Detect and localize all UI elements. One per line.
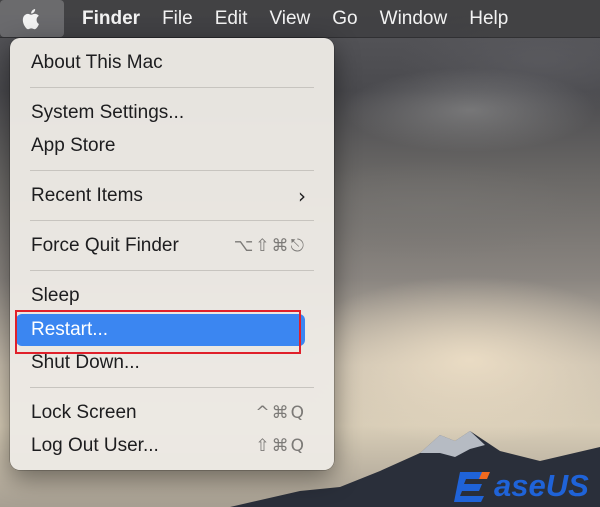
menu-item-force-quit[interactable]: Force Quit Finder ⌥⇧⌘⎋ xyxy=(16,230,316,262)
keyboard-shortcut: ⌥⇧⌘⎋ xyxy=(233,236,306,256)
logo-mark-icon xyxy=(454,472,490,502)
menu-file[interactable]: File xyxy=(162,8,193,30)
chevron-right-icon: › xyxy=(298,184,306,208)
menu-item-label: Sleep xyxy=(31,285,80,306)
desktop: Finder File Edit View Go Window Help Abo… xyxy=(0,0,600,507)
apple-menu-button[interactable] xyxy=(0,0,64,37)
menu-item-label: Lock Screen xyxy=(31,402,137,423)
menu-item-label: System Settings... xyxy=(31,102,185,123)
menu-go[interactable]: Go xyxy=(332,8,357,30)
menu-item-system-settings[interactable]: System Settings... xyxy=(16,97,316,129)
menu-item-label: About This Mac xyxy=(31,52,163,73)
apple-dropdown-menu: About This Mac System Settings... App St… xyxy=(10,38,334,470)
menu-separator xyxy=(30,270,314,271)
keyboard-shortcut: ⇧⌘Q xyxy=(255,436,306,456)
menu-help[interactable]: Help xyxy=(469,8,508,30)
menu-item-label: App Store xyxy=(31,135,116,156)
menu-edit[interactable]: Edit xyxy=(215,8,248,30)
menu-view[interactable]: View xyxy=(269,8,310,30)
menu-separator xyxy=(30,87,314,88)
keyboard-shortcut: ^⌘Q xyxy=(255,403,306,423)
menu-item-log-out[interactable]: Log Out User... ⇧⌘Q xyxy=(16,430,316,462)
menu-separator xyxy=(30,170,314,171)
menu-item-label: Recent Items xyxy=(31,185,143,206)
logo-text: aseUS xyxy=(494,468,589,503)
menu-item-label: Force Quit Finder xyxy=(31,235,179,256)
annotation-highlight-box xyxy=(15,310,301,354)
menu-bar: Finder File Edit View Go Window Help xyxy=(0,0,600,38)
easeus-logo: aseUS xyxy=(452,466,589,506)
menu-separator xyxy=(30,220,314,221)
menu-finder[interactable]: Finder xyxy=(82,8,140,30)
menu-item-app-store[interactable]: App Store xyxy=(16,130,316,162)
menu-item-label: Shut Down... xyxy=(31,352,140,373)
menu-separator xyxy=(30,387,314,388)
menu-item-label: Log Out User... xyxy=(31,435,159,456)
menu-item-about-this-mac[interactable]: About This Mac xyxy=(16,47,316,79)
menu-item-recent-items[interactable]: Recent Items › xyxy=(16,180,316,212)
apple-icon xyxy=(22,8,39,29)
menu-window[interactable]: Window xyxy=(380,8,448,30)
menu-item-lock-screen[interactable]: Lock Screen ^⌘Q xyxy=(16,397,316,429)
menu-item-sleep[interactable]: Sleep xyxy=(16,280,316,312)
